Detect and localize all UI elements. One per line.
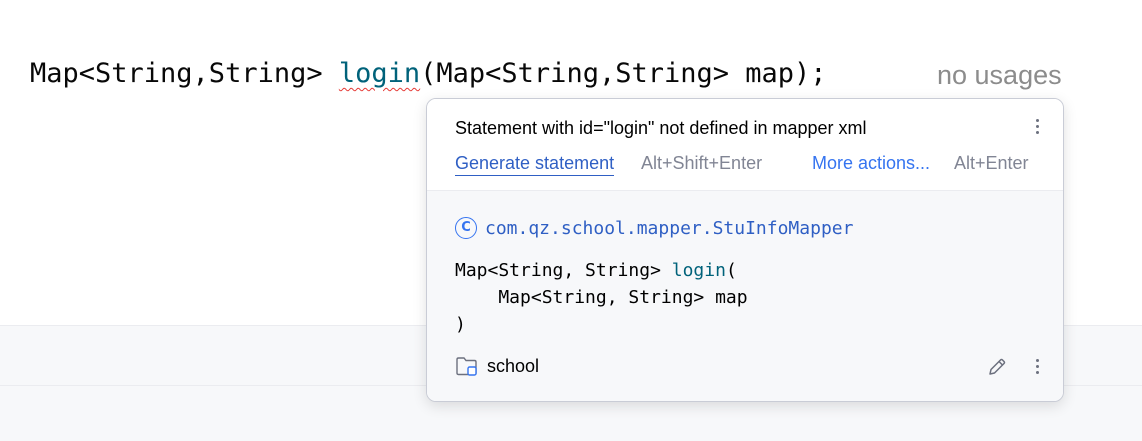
generate-statement-shortcut: Alt+Shift+Enter bbox=[641, 153, 763, 173]
more-actions-link[interactable]: More actions... bbox=[812, 151, 930, 175]
signature-return-type: Map<String, String> bbox=[455, 260, 672, 281]
class-reference[interactable]: C com.qz.school.mapper.StuInfoMapper bbox=[455, 217, 853, 239]
class-icon: C bbox=[455, 217, 477, 239]
ide-window: Map<String,String> login(Map<String,Stri… bbox=[0, 0, 1142, 441]
code-method-name-error[interactable]: login bbox=[339, 58, 420, 89]
module-name: school bbox=[487, 355, 540, 376]
code-params: (Map<String,String> map); bbox=[420, 58, 827, 89]
code-return-type: Map<String,String> bbox=[30, 58, 339, 89]
inspection-message: Statement with id="login" not defined in… bbox=[455, 118, 867, 138]
signature-open-paren: ( bbox=[725, 260, 737, 281]
signature-close-paren: ) bbox=[455, 314, 466, 335]
module-folder-icon bbox=[456, 357, 477, 376]
generate-statement-link[interactable]: Generate statement bbox=[455, 151, 615, 176]
method-signature: Map<String, String> login( Map<String, S… bbox=[455, 257, 748, 338]
class-fqn-link[interactable]: com.qz.school.mapper.StuInfoMapper bbox=[485, 218, 853, 239]
kebab-menu-icon[interactable] bbox=[1027, 113, 1047, 139]
usages-inlay-hint[interactable]: no usages bbox=[937, 58, 1062, 92]
popup-problem-section bbox=[427, 99, 1063, 191]
more-actions-shortcut: Alt+Enter bbox=[954, 153, 1029, 173]
pencil-icon[interactable] bbox=[985, 355, 1009, 379]
signature-param: Map<String, String> map bbox=[455, 287, 748, 308]
signature-method-name: login bbox=[671, 260, 726, 281]
code-line[interactable]: Map<String,String> login(Map<String,Stri… bbox=[30, 56, 827, 92]
module-reference: school bbox=[455, 355, 539, 377]
kebab-menu-icon-bottom[interactable] bbox=[1027, 353, 1047, 379]
inspection-popup: Statement with id="login" not defined in… bbox=[426, 98, 1064, 402]
